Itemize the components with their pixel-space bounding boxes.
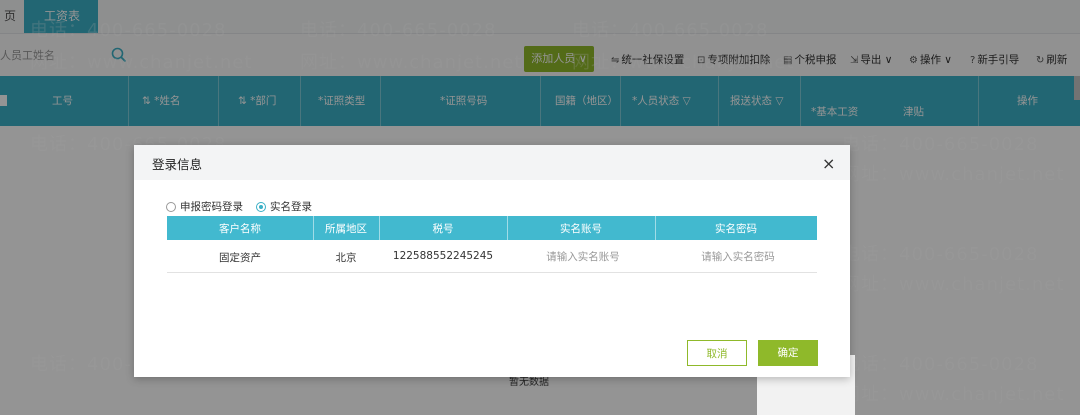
watermark: 电话：400-665-0028	[30, 20, 227, 41]
table-row: 固定资产 北京 122588552245245	[167, 240, 817, 273]
region-cell: 北京	[335, 252, 357, 264]
dialog-table-header: 客户名称 所属地区 税号 实名账号 实名密码	[167, 216, 817, 240]
col-tax-number: 税号	[432, 223, 454, 235]
watermark: 网址：www.chanjet.net	[572, 52, 795, 73]
realname-account-input[interactable]	[512, 245, 654, 269]
radio-label: 申报密码登录	[180, 201, 243, 213]
watermark: 网址：www.chanjet.net	[300, 52, 523, 73]
col-realname-password: 实名密码	[715, 223, 757, 235]
col-customer-name: 客户名称	[219, 223, 261, 235]
close-icon[interactable]: ×	[822, 154, 835, 173]
radio-password-login[interactable]: 申报密码登录	[166, 199, 243, 214]
col-region: 所属地区	[325, 223, 367, 235]
watermark: 网址：www.chanjet.net	[842, 274, 1065, 295]
watermark: 网址：www.chanjet.net	[842, 384, 1065, 405]
tax-number-cell: 122588552245245	[392, 250, 494, 262]
watermark: 电话：400-665-0028	[842, 134, 1039, 155]
cancel-button[interactable]: 取消	[687, 340, 747, 366]
radio-realname-login[interactable]: 实名登录	[256, 199, 312, 214]
login-info-dialog: 登录信息 × 申报密码登录 实名登录 客户名称 所属地区 税号 实名账号 实名密…	[134, 145, 850, 377]
watermark: 电话：400-665-0028	[572, 20, 769, 41]
confirm-button[interactable]: 确定	[758, 340, 818, 366]
realname-password-input[interactable]	[660, 245, 816, 269]
radio-icon	[166, 202, 176, 212]
watermark: 网址：www.chanjet.net	[30, 52, 253, 73]
dialog-title: 登录信息	[152, 157, 203, 172]
col-realname-account: 实名账号	[560, 223, 602, 235]
watermark: 电话：400-665-0028	[842, 244, 1039, 265]
customer-name-cell: 固定资产	[219, 252, 261, 264]
radio-label: 实名登录	[270, 201, 312, 213]
watermark: 网址：www.chanjet.net	[842, 164, 1065, 185]
radio-checked-icon	[256, 202, 266, 212]
watermark: 电话：400-665-0028	[300, 20, 497, 41]
watermark: 电话：400-665-0028	[842, 354, 1039, 375]
dialog-header	[134, 145, 850, 180]
